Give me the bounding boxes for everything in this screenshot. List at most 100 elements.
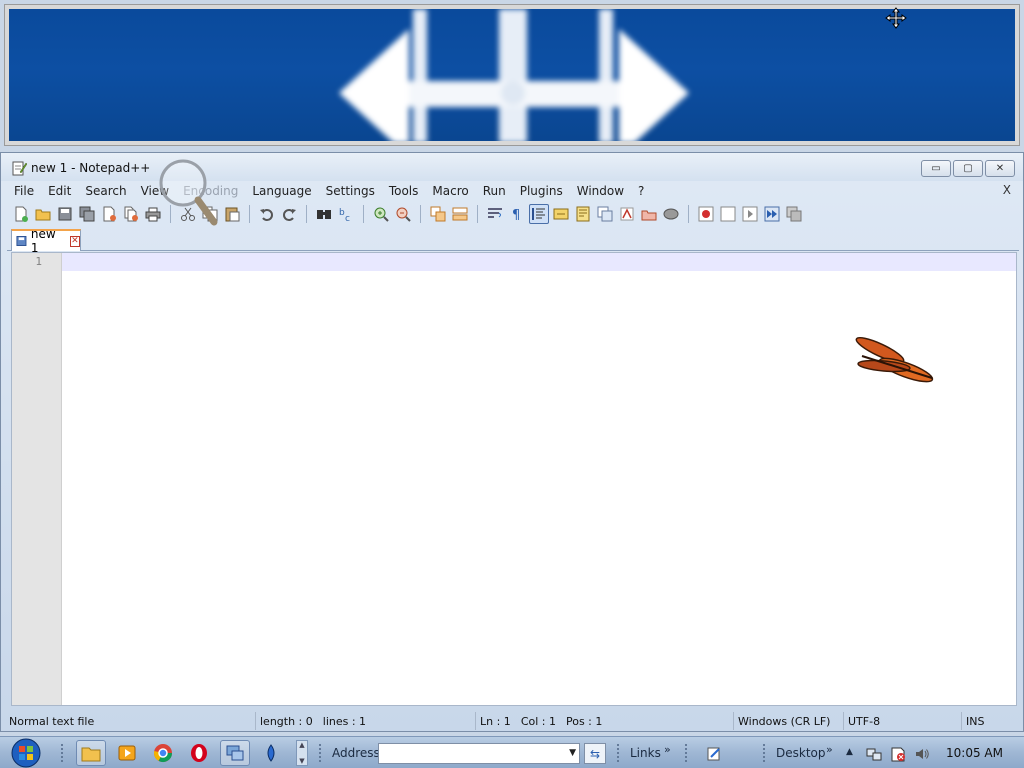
notepad-icon	[12, 161, 27, 176]
play-macro-icon[interactable]	[740, 204, 760, 224]
chrome-taskbar-button[interactable]	[148, 740, 178, 766]
paste-icon[interactable]	[222, 204, 242, 224]
menu-help[interactable]: ?	[631, 184, 651, 198]
menu-search[interactable]: Search	[78, 184, 133, 198]
menu-file[interactable]: File	[7, 184, 41, 198]
menu-tools[interactable]: Tools	[382, 184, 426, 198]
scroll-up-icon[interactable]: ▲	[299, 741, 304, 749]
minimize-icon: ▭	[931, 163, 941, 174]
scroll-down-icon[interactable]: ▼	[299, 757, 304, 765]
address-input[interactable]: ▼	[378, 743, 580, 764]
toolbar-grip[interactable]	[60, 743, 65, 763]
line-number-gutter: 1	[12, 253, 62, 705]
show-hidden-icons-icon[interactable]: ▲	[846, 747, 853, 757]
toolbar-grip[interactable]	[684, 743, 689, 763]
menu-plugins[interactable]: Plugins	[513, 184, 570, 198]
taskbar-scroll[interactable]: ▲ ▼	[296, 740, 308, 766]
toolbar-separator	[420, 205, 421, 223]
sync-vertical-icon[interactable]	[428, 204, 448, 224]
start-button-icon[interactable]	[8, 738, 44, 768]
zoom-out-icon[interactable]	[393, 204, 413, 224]
title-bar[interactable]: new 1 - Notepad++ ▭ ▢ ✕	[1, 153, 1023, 181]
network-taskbar-button[interactable]	[220, 740, 250, 766]
toolbar-separator	[363, 205, 364, 223]
tab-label: new 1	[30, 227, 56, 255]
close-document-button[interactable]: X	[1003, 183, 1011, 197]
restore-icon: ▢	[963, 163, 973, 174]
zoom-in-icon[interactable]	[371, 204, 391, 224]
save-icon[interactable]	[55, 204, 75, 224]
toolbar-separator	[688, 205, 689, 223]
editor-area[interactable]: 1	[11, 252, 1017, 706]
links-chevron-icon[interactable]: »	[664, 743, 671, 756]
function-list-icon[interactable]	[595, 204, 615, 224]
minimize-button[interactable]: ▭	[921, 160, 951, 177]
media-player-icon	[118, 745, 136, 761]
menu-language[interactable]: Language	[245, 184, 318, 198]
status-file-type: Normal text file	[9, 714, 95, 728]
show-all-chars-icon[interactable]: ¶	[507, 204, 527, 224]
close-button[interactable]: ✕	[985, 160, 1015, 177]
app-taskbar-button[interactable]	[256, 740, 286, 766]
status-col: Col : 1	[520, 714, 556, 728]
go-arrow-icon: ⇆	[589, 746, 601, 761]
toolbar-grip[interactable]	[762, 743, 767, 763]
record-macro-icon[interactable]	[696, 204, 716, 224]
status-encoding: UTF-8	[843, 712, 961, 730]
toolbar-separator	[477, 205, 478, 223]
doc-map-icon[interactable]	[573, 204, 593, 224]
media-player-taskbar-button[interactable]	[112, 740, 142, 766]
explorer-taskbar-button[interactable]	[76, 740, 106, 766]
sync-horizontal-icon[interactable]	[450, 204, 470, 224]
menu-settings[interactable]: Settings	[319, 184, 382, 198]
clock[interactable]: 10:05 AM	[946, 746, 1003, 760]
desktop-chevron-icon[interactable]: »	[826, 743, 833, 756]
folder-workspace-icon[interactable]	[617, 204, 637, 224]
tab-bar: new 1 ✕	[7, 227, 1019, 255]
menu-edit[interactable]: Edit	[41, 184, 78, 198]
word-wrap-icon[interactable]	[485, 204, 505, 224]
desktop-label[interactable]: Desktop	[776, 746, 826, 760]
save-all-icon[interactable]	[77, 204, 97, 224]
toolbar-grip[interactable]	[616, 743, 621, 763]
tab-close-icon[interactable]: ✕	[69, 235, 80, 247]
new-file-icon[interactable]	[11, 204, 31, 224]
menu-macro[interactable]: Macro	[425, 184, 475, 198]
run-multiple-icon[interactable]	[762, 204, 782, 224]
network-tray-icon[interactable]	[866, 746, 882, 762]
close-file-icon[interactable]	[99, 204, 119, 224]
replace-icon[interactable]: bc	[336, 204, 356, 224]
tab-new-1[interactable]: new 1 ✕	[11, 227, 81, 255]
indent-guide-icon[interactable]	[529, 204, 549, 224]
user-lang-icon[interactable]	[551, 204, 571, 224]
opera-taskbar-button[interactable]	[184, 740, 214, 766]
status-length: length : 0	[260, 714, 313, 728]
explorer-icon	[81, 747, 101, 762]
stop-record-icon[interactable]	[718, 204, 738, 224]
notepad-quicklaunch-icon[interactable]	[706, 746, 722, 762]
line-number: 1	[35, 255, 42, 268]
menu-window[interactable]: Window	[570, 184, 631, 198]
undo-icon[interactable]	[257, 204, 277, 224]
status-length-lines: length : 0 lines : 1	[255, 712, 475, 730]
menu-run[interactable]: Run	[476, 184, 513, 198]
doc-switcher-icon[interactable]	[661, 204, 681, 224]
monitor-icon[interactable]	[639, 204, 659, 224]
save-macro-icon[interactable]	[784, 204, 804, 224]
svg-text:¶: ¶	[512, 208, 520, 222]
find-icon[interactable]	[314, 204, 334, 224]
volume-icon[interactable]	[914, 746, 930, 762]
current-line-highlight	[62, 253, 1016, 271]
action-center-icon[interactable]	[890, 746, 906, 762]
open-file-icon[interactable]	[33, 204, 53, 224]
taskbar: ▲ ▼ Address ▼ ⇆ Links » Desktop » ▲ 10:0…	[0, 736, 1024, 768]
restore-button[interactable]: ▢	[953, 160, 983, 177]
toolbar-grip[interactable]	[318, 743, 323, 763]
address-go-button[interactable]: ⇆	[584, 743, 606, 764]
close-all-icon[interactable]	[121, 204, 141, 224]
status-pos: Pos : 1	[565, 714, 603, 728]
butterfly-decoration	[855, 336, 934, 383]
redo-icon[interactable]	[279, 204, 299, 224]
links-label[interactable]: Links	[630, 746, 661, 760]
address-dropdown-icon[interactable]: ▼	[569, 748, 576, 758]
